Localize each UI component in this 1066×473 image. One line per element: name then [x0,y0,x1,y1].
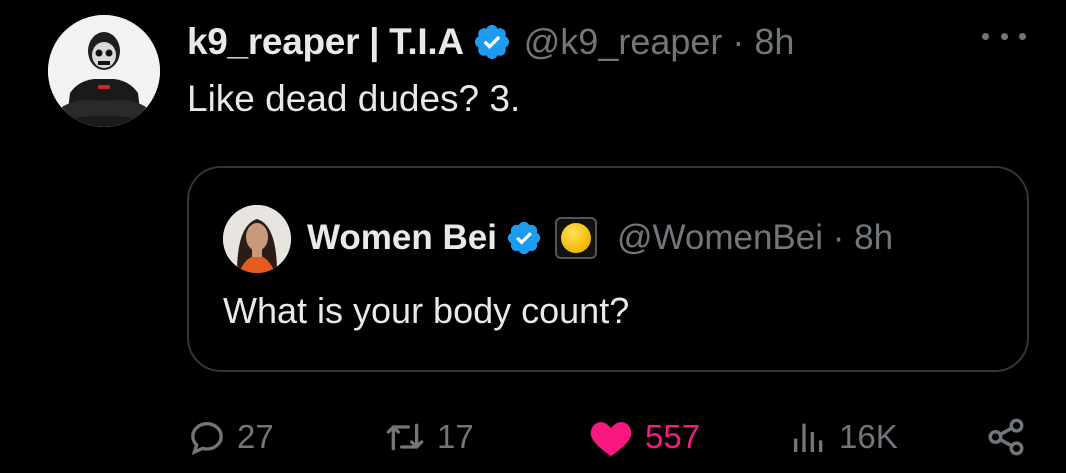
like-icon [590,422,632,457]
views-button[interactable]: 16K [789,412,898,462]
quoted-author-handle-time: @WomenBei · 8h [616,218,894,257]
reply-count: 27 [237,418,274,455]
retweet-count: 17 [437,418,474,455]
author-handle-time[interactable]: @k9_reaper · 8h [524,21,795,63]
author-display-name[interactable]: k9_reaper | T.I.A [187,21,464,63]
verified-badge-icon [507,221,541,255]
like-button[interactable]: 557 [587,412,700,462]
more-icon[interactable] [982,26,1026,46]
reply-icon [191,421,223,456]
quoted-author-avatar [223,205,291,273]
tweet-text: Like dead dudes? 3. [187,78,521,119]
retweet-icon [386,423,424,451]
retweet-button[interactable]: 17 [383,412,474,462]
quoted-tweet-header: Women Bei @WomenBei · 8h [307,214,893,262]
tweet-header: k9_reaper | T.I.A @k9_reaper · 8h [187,18,794,66]
views-count: 16K [839,418,898,455]
quoted-tweet-text: What is your body count? [223,290,630,331]
share-icon [988,418,1024,456]
action-bar: 27 17 557 16K [187,412,1029,462]
views-icon [794,423,823,452]
affiliate-badge-icon [554,217,597,259]
like-count: 557 [645,418,701,455]
verified-badge-icon[interactable] [472,22,512,62]
share-button[interactable] [985,412,1027,462]
author-avatar[interactable] [48,15,160,127]
reply-button[interactable]: 27 [187,412,274,462]
quoted-tweet[interactable]: Women Bei @WomenBei · 8h What is your bo… [187,166,1029,372]
quoted-author-display-name[interactable]: Women Bei [307,218,497,258]
